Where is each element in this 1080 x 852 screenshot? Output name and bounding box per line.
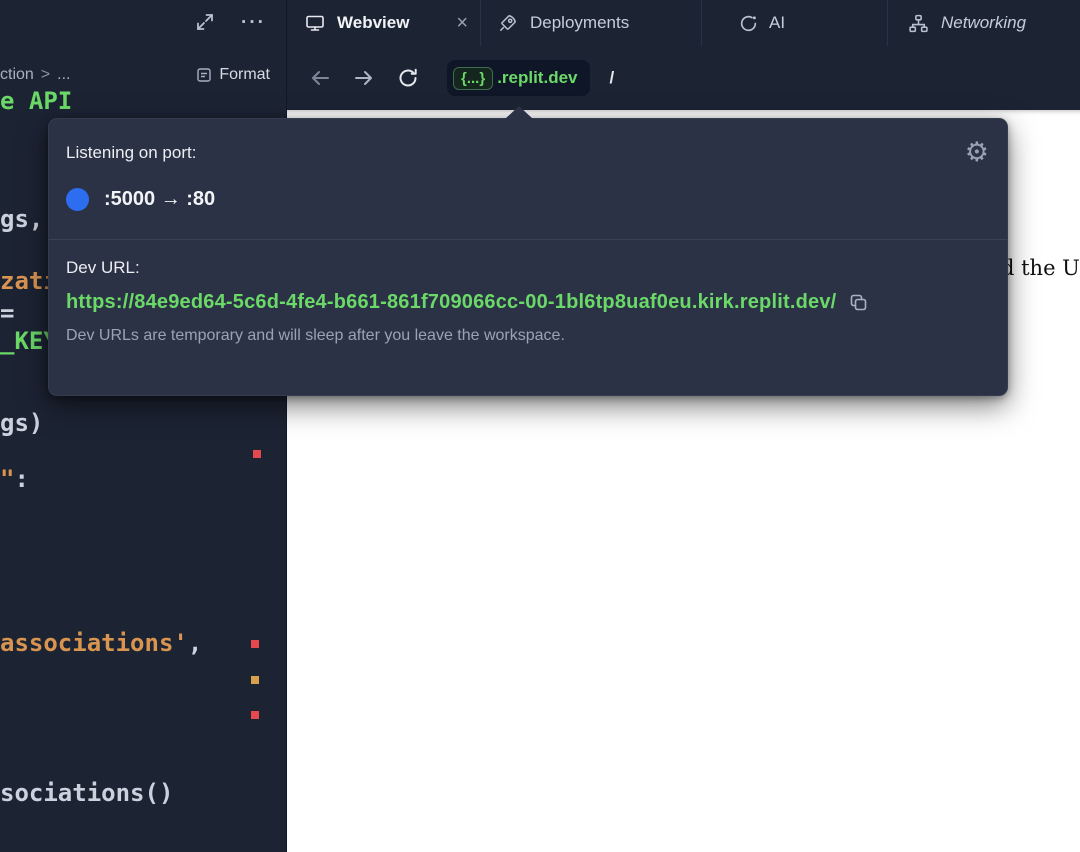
code-line: e API (0, 88, 72, 116)
scrollbar-annotation-error[interactable] (251, 711, 259, 719)
url-bar[interactable]: {...} .replit.dev (447, 60, 590, 96)
url-path: / (610, 68, 615, 88)
expand-pane-icon[interactable] (195, 12, 215, 32)
popup-divider (49, 239, 1007, 240)
scrollbar-annotation-error[interactable] (253, 450, 261, 458)
gear-icon[interactable]: ⚙ (965, 139, 989, 166)
refresh-icon[interactable] (391, 61, 425, 95)
tab-webview[interactable]: Webview × (287, 0, 481, 46)
replit-workspace: ··· ction > ... Format e API gs, zati = … (0, 0, 1080, 852)
popup-caret (505, 106, 533, 119)
tab-deployments-label: Deployments (530, 13, 629, 33)
breadcrumb-separator-icon: > (41, 66, 50, 84)
port-status-dot (66, 188, 89, 211)
webview-navbar: {...} .replit.dev / (287, 46, 1080, 110)
port-row: :5000 → :80 (66, 188, 989, 211)
tab-networking[interactable]: Networking (888, 0, 1080, 46)
webview-partial-text: d the U (1001, 256, 1080, 280)
tab-networking-label: Networking (941, 13, 1026, 33)
ai-icon (738, 13, 759, 34)
port-mapping: :5000 → :80 (104, 188, 215, 211)
tool-tabbar: Webview × Deployments AI (287, 0, 1080, 46)
url-host-suffix: .replit.dev (497, 68, 577, 88)
code-token: , (188, 629, 202, 657)
dev-url-row: https://84e9ed64-5c6d-4fe4-b661-861f7090… (66, 291, 989, 314)
dev-url-label: Dev URL: (66, 258, 989, 278)
monitor-icon (305, 13, 325, 33)
code-token: associations' (0, 629, 188, 657)
copy-icon[interactable] (848, 292, 869, 313)
format-label: Format (219, 66, 270, 84)
breadcrumb-segment[interactable]: ction (0, 66, 34, 84)
back-icon[interactable] (303, 61, 337, 95)
listening-on-port-label: Listening on port: (66, 143, 196, 163)
scrollbar-annotation-warning[interactable] (251, 676, 259, 684)
code-token: : (14, 465, 28, 493)
code-line: gs) (0, 410, 43, 438)
breadcrumb: ction > ... Format (0, 60, 286, 90)
rocket-icon (498, 13, 518, 33)
forward-icon[interactable] (347, 61, 381, 95)
code-token: " (0, 465, 14, 493)
breadcrumb-more[interactable]: ... (57, 66, 70, 84)
network-icon (908, 13, 929, 34)
scrollbar-annotation-error[interactable] (251, 640, 259, 648)
url-host-chip[interactable]: {...} (453, 67, 493, 90)
code-line: ": (0, 466, 29, 494)
format-button[interactable]: Format (196, 66, 270, 84)
editor-pane-header: ··· (0, 0, 286, 44)
format-icon (196, 67, 212, 83)
popup-header-row: Listening on port: ⚙ (66, 139, 989, 166)
code-line: gs, (0, 206, 43, 234)
more-options-icon[interactable]: ··· (241, 13, 266, 32)
dev-url-popup: Listening on port: ⚙ :5000 → :80 Dev URL… (48, 118, 1008, 396)
code-line: = (0, 300, 14, 328)
close-tab-icon[interactable]: × (456, 13, 468, 33)
code-line: sociations() (0, 780, 173, 808)
code-line: associations', (0, 630, 202, 658)
tab-ai-label: AI (769, 13, 785, 33)
dev-url-link[interactable]: https://84e9ed64-5c6d-4fe4-b661-861f7090… (66, 291, 836, 314)
tab-webview-label: Webview (337, 13, 409, 33)
tab-deployments[interactable]: Deployments (481, 0, 702, 46)
tab-ai[interactable]: AI (702, 0, 888, 46)
dev-url-note: Dev URLs are temporary and will sleep af… (66, 327, 989, 345)
